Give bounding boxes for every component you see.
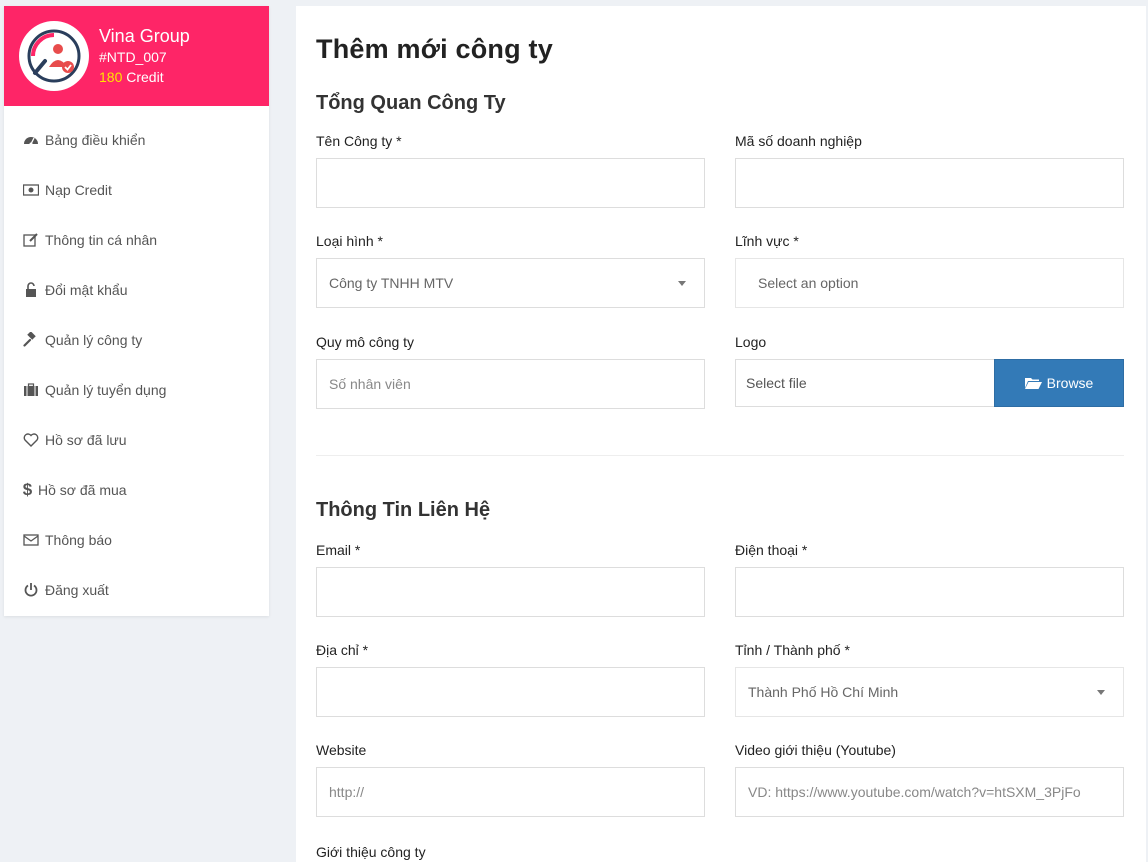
video-label: Video giới thiệu (Youtube) xyxy=(735,742,896,758)
phone-field: Điện thoại * xyxy=(735,541,1124,617)
section-title-overview: Tổng Quan Công Ty xyxy=(316,92,506,114)
edit-icon xyxy=(22,232,40,248)
heart-icon xyxy=(22,432,40,448)
section-title-contact: Thông Tin Liên Hệ xyxy=(316,499,491,521)
company-type-field: Loại hình * Công ty TNHH MTV xyxy=(316,232,705,308)
power-icon xyxy=(22,582,40,598)
profile-credit: 180 Credit xyxy=(99,67,190,87)
sidebar-item-topup-credit[interactable]: Nạp Credit xyxy=(4,165,269,215)
form-row: Địa chỉ * Tỉnh / Thành phố * Thành Phố H… xyxy=(316,641,1124,717)
sidebar-item-saved-profiles[interactable]: Hồ sơ đã lưu xyxy=(4,415,269,465)
folder-open-icon xyxy=(1024,378,1042,389)
briefcase-icon xyxy=(22,382,40,398)
chevron-down-icon xyxy=(678,280,686,286)
city-selected: Thành Phố Hồ Chí Minh xyxy=(748,684,899,700)
unlock-icon xyxy=(22,282,40,298)
email-label: Email * xyxy=(316,542,361,558)
form-row: Giới thiệu công ty xyxy=(316,843,1124,861)
phone-label: Điện thoại * xyxy=(735,542,808,558)
sidebar-item-purchased-profiles[interactable]: $ Hồ sơ đã mua xyxy=(4,465,269,515)
credit-amount: 180 xyxy=(99,69,123,85)
business-code-label: Mã số doanh nghiệp xyxy=(735,133,862,149)
profile-header: Vina Group #NTD_007 180 Credit xyxy=(4,6,269,106)
business-code-field: Mã số doanh nghiệp xyxy=(735,132,1124,208)
sidebar-item-notifications[interactable]: Thông báo xyxy=(4,515,269,565)
logo-label: Logo xyxy=(735,334,767,350)
page-title: Thêm mới công ty xyxy=(316,34,553,64)
sidebar-item-label: Bảng điều khiển xyxy=(45,132,146,148)
sidebar: Vina Group #NTD_007 180 Credit Bảng điều… xyxy=(4,6,269,616)
sidebar-item-label: Quản lý công ty xyxy=(45,332,143,348)
website-label: Website xyxy=(316,742,367,758)
website-input[interactable]: http:// xyxy=(316,767,705,817)
browse-button[interactable]: Browse xyxy=(994,359,1124,407)
sidebar-item-label: Đăng xuất xyxy=(45,582,109,598)
company-logo-icon xyxy=(27,29,81,83)
video-input[interactable]: VD: https://www.youtube.com/watch?v=htSX… xyxy=(735,767,1124,817)
dollar-icon: $ xyxy=(22,480,33,499)
sidebar-item-company-management[interactable]: Quản lý công ty xyxy=(4,315,269,365)
company-name-input[interactable] xyxy=(316,158,705,208)
company-size-label: Quy mô công ty xyxy=(316,334,415,350)
logo-field: Logo Select file Browse xyxy=(735,333,1124,409)
company-type-selected: Công ty TNHH MTV xyxy=(329,275,454,291)
industry-field: Lĩnh vực * Select an option xyxy=(735,232,1124,308)
profile-info: Vina Group #NTD_007 180 Credit xyxy=(99,25,190,87)
company-name-label: Tên Công ty * xyxy=(316,133,402,149)
form-row: Email * Điện thoại * xyxy=(316,541,1124,617)
company-name-field: Tên Công ty * xyxy=(316,132,705,208)
video-field: Video giới thiệu (Youtube) VD: https://w… xyxy=(735,741,1124,817)
sidebar-item-label: Thông tin cá nhân xyxy=(45,232,158,248)
company-size-input[interactable]: Số nhân viên xyxy=(316,359,705,409)
industry-select[interactable]: Select an option xyxy=(735,258,1124,308)
sidebar-item-change-password[interactable]: Đổi mật khẩu xyxy=(4,265,269,315)
envelope-icon xyxy=(22,532,40,548)
intro-label: Giới thiệu công ty xyxy=(316,844,426,860)
company-type-label: Loại hình * xyxy=(316,233,383,249)
city-select[interactable]: Thành Phố Hồ Chí Minh xyxy=(735,667,1124,717)
city-field: Tỉnh / Thành phố * Thành Phố Hồ Chí Minh xyxy=(735,641,1124,717)
sidebar-menu: Bảng điều khiển Nạp Credit Thông tin cá … xyxy=(4,106,269,615)
email-field: Email * xyxy=(316,541,705,617)
dashboard-icon xyxy=(22,132,40,148)
form-row: Quy mô công ty Số nhân viên Logo Select … xyxy=(316,333,1124,409)
sidebar-item-label: Thông báo xyxy=(45,532,112,548)
sidebar-item-label: Nạp Credit xyxy=(45,182,112,198)
industry-label: Lĩnh vực * xyxy=(735,233,799,249)
sidebar-item-label: Đổi mật khẩu xyxy=(45,282,128,298)
form-row: Tên Công ty * Mã số doanh nghiệp xyxy=(316,132,1124,208)
city-label: Tỉnh / Thành phố * xyxy=(735,642,850,658)
section-divider xyxy=(316,455,1124,456)
address-input[interactable] xyxy=(316,667,705,717)
sidebar-item-logout[interactable]: Đăng xuất xyxy=(4,565,269,615)
company-type-select[interactable]: Công ty TNHH MTV xyxy=(316,258,705,308)
money-icon xyxy=(22,182,40,198)
main-panel: Thêm mới công ty Tổng Quan Công Ty Tên C… xyxy=(296,6,1146,862)
sidebar-item-recruitment-management[interactable]: Quản lý tuyển dụng xyxy=(4,365,269,415)
intro-field: Giới thiệu công ty xyxy=(316,843,705,861)
sidebar-item-profile[interactable]: Thông tin cá nhân xyxy=(4,215,269,265)
sidebar-item-label: Hồ sơ đã mua xyxy=(38,482,127,498)
website-field: Website http:// xyxy=(316,741,705,817)
logo-upload: Select file Browse xyxy=(735,359,1124,407)
chevron-down-icon xyxy=(1097,689,1105,695)
form-row: Loại hình * Công ty TNHH MTV Lĩnh vực * … xyxy=(316,232,1124,308)
credit-label: Credit xyxy=(126,69,164,85)
form-row: Website http:// Video giới thiệu (Youtub… xyxy=(316,741,1124,817)
logo-file-input[interactable]: Select file xyxy=(735,359,994,407)
sidebar-item-label: Quản lý tuyển dụng xyxy=(45,382,167,398)
address-field: Địa chỉ * xyxy=(316,641,705,717)
browse-label: Browse xyxy=(1046,375,1094,391)
avatar xyxy=(19,21,89,91)
profile-code: #NTD_007 xyxy=(99,49,167,65)
business-code-input[interactable] xyxy=(735,158,1124,208)
company-size-field: Quy mô công ty Số nhân viên xyxy=(316,333,705,409)
profile-name: Vina Group xyxy=(99,26,190,46)
gavel-icon xyxy=(22,332,40,348)
email-input[interactable] xyxy=(316,567,705,617)
phone-input[interactable] xyxy=(735,567,1124,617)
sidebar-item-label: Hồ sơ đã lưu xyxy=(45,432,127,448)
address-label: Địa chỉ * xyxy=(316,642,369,658)
sidebar-item-dashboard[interactable]: Bảng điều khiển xyxy=(4,115,269,165)
